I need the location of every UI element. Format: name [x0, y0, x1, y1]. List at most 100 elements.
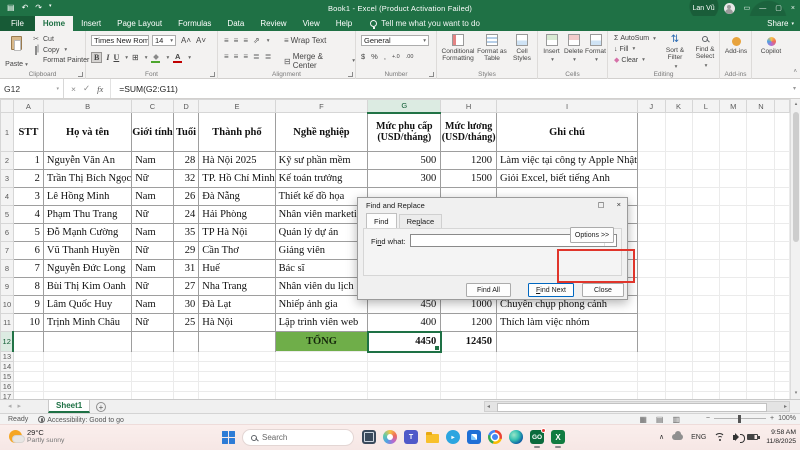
cell[interactable]: Bác sĩ [275, 260, 368, 278]
cell[interactable] [720, 260, 747, 278]
cell[interactable] [775, 260, 790, 278]
cell[interactable]: Giỏi Excel, biết tiếng Anh [497, 170, 638, 188]
telegram-icon[interactable]: ▸ [446, 430, 460, 444]
cell[interactable] [638, 188, 665, 206]
row-header[interactable]: 8 [1, 260, 14, 278]
cell[interactable]: 9 [13, 296, 43, 314]
cell[interactable] [199, 352, 275, 362]
cut-button[interactable]: ✂Cut [32, 35, 89, 43]
find-select-button[interactable]: Find & Select▾ [691, 34, 719, 69]
dialog-launcher-icon[interactable] [429, 72, 434, 77]
cell[interactable]: Nam [132, 152, 174, 170]
scroll-right-icon[interactable]: ▸ [784, 403, 787, 410]
dialog-launcher-icon[interactable] [210, 72, 215, 77]
cell[interactable] [775, 206, 790, 224]
cell[interactable] [720, 188, 747, 206]
user-name[interactable]: Lan Vũ [692, 5, 714, 12]
row-header[interactable]: 9 [1, 278, 14, 296]
column-header-F[interactable]: F [275, 100, 368, 113]
cell[interactable]: 32 [173, 170, 199, 188]
cell[interactable]: Trịnh Minh Châu [43, 314, 131, 332]
tab-formulas[interactable]: Formulas [170, 16, 219, 31]
number-format-select[interactable]: General▾ [361, 35, 429, 46]
row-header[interactable]: 12 [1, 332, 14, 352]
sheet-nav-arrows[interactable]: ◂▸ [8, 402, 27, 410]
battery-icon[interactable] [747, 434, 758, 440]
cell[interactable] [747, 188, 775, 206]
cell[interactable] [132, 352, 174, 362]
cell[interactable] [173, 362, 199, 372]
select-all-corner[interactable] [1, 100, 14, 113]
cell[interactable] [747, 296, 775, 314]
tray-chevron-icon[interactable]: ∧ [659, 433, 664, 441]
cell[interactable] [132, 362, 174, 372]
row-header[interactable]: 14 [1, 362, 14, 372]
cell[interactable] [720, 170, 747, 188]
cell[interactable] [775, 152, 790, 170]
cell[interactable] [692, 278, 720, 296]
cell[interactable] [638, 206, 665, 224]
cell[interactable] [775, 332, 790, 352]
cell[interactable] [638, 113, 665, 152]
cell[interactable] [275, 372, 368, 382]
cell[interactable] [275, 392, 368, 400]
comma-icon[interactable]: , [384, 52, 386, 61]
cell[interactable] [441, 382, 497, 392]
row-header[interactable]: 5 [1, 206, 14, 224]
bold-button[interactable]: B [91, 52, 102, 63]
font-name-select[interactable]: Times New Roman▾ [91, 35, 149, 46]
tab-home[interactable]: Home [35, 16, 73, 31]
tab-review[interactable]: Review [252, 16, 294, 31]
column-header-H[interactable]: H [441, 100, 497, 113]
cell[interactable]: Nam [132, 260, 174, 278]
cell[interactable] [665, 278, 692, 296]
cell[interactable] [638, 314, 665, 332]
cell[interactable]: Đà Lạt [199, 296, 275, 314]
cell[interactable] [665, 170, 692, 188]
underline-button[interactable]: U [113, 53, 119, 62]
currency-icon[interactable]: $ [361, 52, 365, 61]
cell[interactable] [692, 382, 720, 392]
cell[interactable]: 8 [13, 278, 43, 296]
tab-view[interactable]: View [295, 16, 328, 31]
cell[interactable]: Lập trình viên web [275, 314, 368, 332]
cell[interactable]: Nữ [132, 314, 174, 332]
row-header[interactable]: 17 [1, 392, 14, 400]
add-ins-button[interactable]: Add-ins [722, 37, 750, 55]
edge-icon[interactable] [509, 430, 523, 444]
row-header[interactable]: 7 [1, 242, 14, 260]
format-painter-button[interactable]: Format Painter [32, 57, 89, 64]
row-header[interactable]: 13 [1, 352, 14, 362]
cell[interactable] [775, 170, 790, 188]
cell[interactable] [692, 260, 720, 278]
cell[interactable]: Đà Nẵng [199, 188, 275, 206]
cell[interactable] [747, 352, 775, 362]
dialog-title-bar[interactable]: Find and Replace [358, 198, 627, 212]
cell[interactable] [747, 392, 775, 400]
share-button[interactable]: Share▾ [767, 17, 794, 30]
cell[interactable]: Giảng viên [275, 242, 368, 260]
shrink-font-icon[interactable]: A˅ [196, 36, 206, 45]
cell[interactable] [747, 314, 775, 332]
cell[interactable] [692, 392, 720, 400]
cell[interactable] [720, 206, 747, 224]
merge-center-button[interactable]: Merge & Center [293, 52, 348, 70]
tab-file[interactable]: File [0, 16, 35, 31]
cell[interactable] [747, 260, 775, 278]
autosum-button[interactable]: ΣAutoSum▾ [614, 35, 656, 42]
cell[interactable] [497, 392, 638, 400]
cell[interactable]: 24 [173, 206, 199, 224]
clear-button[interactable]: ◆Clear▾ [614, 56, 656, 64]
row-header[interactable]: 4 [1, 188, 14, 206]
cell[interactable] [665, 332, 692, 352]
cell[interactable] [775, 188, 790, 206]
cell[interactable]: Nam [132, 224, 174, 242]
cell[interactable]: Quản lý dự án [275, 224, 368, 242]
formula-input[interactable]: =SUM(G2:G11) [111, 79, 178, 98]
cell[interactable]: 500 [368, 152, 441, 170]
cell[interactable] [720, 224, 747, 242]
insert-function-icon[interactable]: fx [97, 84, 103, 94]
cell[interactable] [692, 113, 720, 152]
fill-color-icon[interactable]: ◆ [151, 53, 160, 62]
row-header[interactable]: 2 [1, 152, 14, 170]
